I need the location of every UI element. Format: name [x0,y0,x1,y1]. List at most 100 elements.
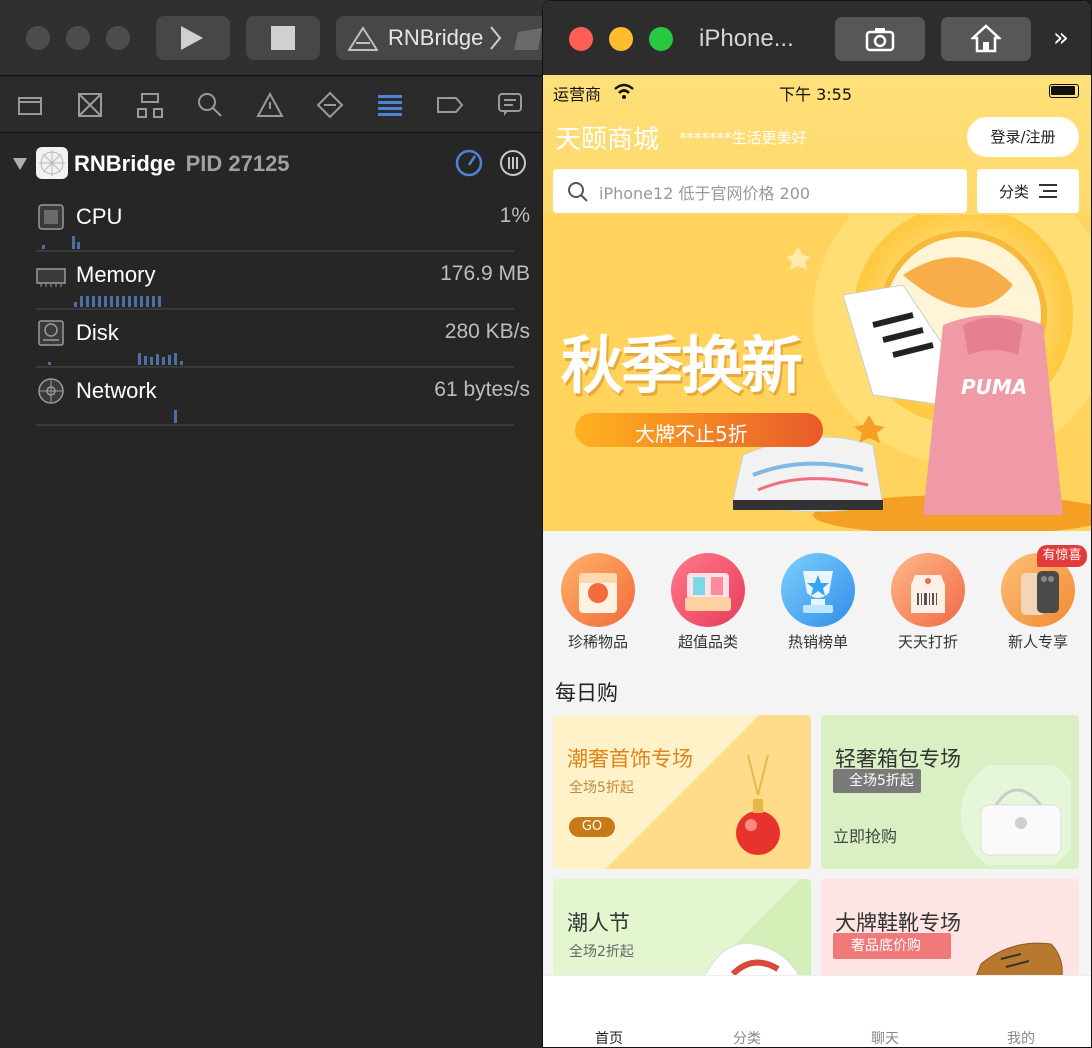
category-rare-items[interactable]: 珍稀物品 [547,551,647,651]
list-icon [1039,184,1057,198]
memory-sparkline-bar [122,296,125,307]
memory-sparkline-bar [74,302,77,307]
category-label: 珍稀物品 [567,633,628,651]
category-bestseller[interactable]: 热销榜单 [767,551,867,651]
network-sparkline-bar [174,410,177,423]
shop-slogan: *******生活更美好 [679,129,807,147]
network-divider [36,424,514,426]
disk-sparkline-bar [150,357,153,365]
breakpoint-icon[interactable] [436,91,464,119]
app-icon [36,147,68,179]
process-name: RNBridge [74,151,176,176]
battery-icon [1049,84,1079,98]
disk-sparkline-bar [156,354,159,365]
cpu-icon [38,204,64,230]
shop-title: 天颐商城 [555,125,660,155]
disk-sparkline-bar [162,357,165,365]
card-subtitle: 全场2折起 [569,944,634,960]
price-tag-icon [891,553,965,627]
debug-gauge-icon[interactable] [454,148,484,178]
source-control-icon[interactable] [76,91,104,119]
card-subtitle: 全场5折起 [833,769,921,793]
simulator-titlebar: iPhone... » [543,1,1091,75]
phone-screen: 运营商 下午 3:55 天颐商城 *******生活更美好 登录/注册 iPho… [543,75,1091,1047]
memory-icon [36,268,66,287]
memory-sparkline-bar [104,296,107,307]
gift-icon [561,553,635,627]
test-icon[interactable] [316,91,344,119]
tab-category[interactable]: 分类 [697,1028,797,1047]
memory-sparkline-bar [146,296,149,307]
memory-sparkline-bar [80,296,83,307]
category-daily-discount[interactable]: 天天打折 [877,551,977,651]
hierarchy-icon[interactable] [136,91,164,119]
card-bags[interactable]: 轻奢箱包专场 全场5折起 立即抢购 [821,715,1079,869]
stop-button[interactable] [246,16,320,60]
necklace-icon [736,755,780,855]
network-gauge[interactable]: Network 61 bytes/s [0,374,560,432]
xcode-app-icon [348,26,378,51]
banner-headline: 秋季换新 [561,329,803,402]
minimize-window-button[interactable] [66,26,90,50]
debug-navigator-icon[interactable] [376,91,404,119]
banner-brand-text: PUMA [961,375,1028,399]
memory-sparkline-bar [152,296,155,307]
cpu-divider [36,250,514,252]
card-go-button[interactable]: GO [569,817,615,837]
search-input[interactable]: iPhone12 低于官网价格 200 [553,169,967,213]
screenshot-button[interactable] [835,17,925,61]
zoom-window-button[interactable] [649,27,673,51]
memory-sparkline-bar [92,296,95,307]
category-button[interactable]: 分类 [977,169,1079,213]
tab-profile[interactable]: 我的 [971,1028,1071,1047]
folder-icon[interactable] [16,91,44,119]
close-window-button[interactable] [26,26,50,50]
simulator-title: iPhone... [699,25,794,52]
card-jewelry[interactable]: 潮奢首饰专场 全场5折起 GO [553,715,811,869]
memory-value: 176.9 MB [440,262,530,285]
search-icon[interactable] [196,91,224,119]
thread-view-icon[interactable] [498,148,528,178]
memory-gauge[interactable]: Memory 176.9 MB [0,258,560,316]
disk-sparkline-bar [168,355,171,365]
zoom-window-button[interactable] [106,26,130,50]
process-row[interactable]: RNBridge PID 27125 [0,140,560,186]
network-value: 61 bytes/s [434,378,530,401]
login-register-button[interactable]: 登录/注册 [967,117,1079,157]
scheme-selector[interactable]: RNBridge [336,16,560,60]
card-subtitle: 全场5折起 [569,780,634,796]
promo-banner[interactable]: 秋季换新 大牌不止5折 PUMA [543,215,1091,531]
memory-label: Memory [76,262,156,287]
category-label: 热销榜单 [787,633,848,651]
close-window-button[interactable] [569,27,593,51]
home-button[interactable] [941,17,1031,61]
network-icon [38,378,64,404]
game-console-icon [671,553,745,627]
cpu-gauge[interactable]: CPU 1% [0,200,560,258]
scheme-name: RNBridge [388,25,484,50]
memory-sparkline-bar [128,296,131,307]
card-subtitle: 奢品底价购 [833,933,951,959]
warning-icon[interactable] [256,91,284,119]
xcode-toolbar: RNBridge [0,0,560,76]
process-pid: PID 27125 [185,151,290,176]
trophy-icon [781,553,855,627]
run-button[interactable] [156,16,230,60]
disk-icon [38,320,64,346]
disk-gauge[interactable]: Disk 280 KB/s [0,316,560,374]
disclosure-triangle-icon[interactable] [12,156,28,172]
memory-sparkline-bar [110,296,113,307]
memory-sparkline-bar [86,296,89,307]
chevron-right-icon [490,26,502,50]
category-value-items[interactable]: 超值品类 [657,551,757,651]
network-label: Network [76,378,157,403]
more-chevrons-icon[interactable]: » [1053,23,1069,53]
report-icon[interactable] [496,91,524,119]
banner-pill-text: 大牌不止5折 [635,422,748,446]
camera-icon [865,28,895,52]
card-cta[interactable]: 立即抢购 [833,823,897,847]
tab-chat[interactable]: 聊天 [835,1028,935,1047]
minimize-window-button[interactable] [609,27,633,51]
search-placeholder: iPhone12 低于官网价格 200 [599,184,811,203]
tab-home[interactable]: 首页 [559,1028,659,1047]
